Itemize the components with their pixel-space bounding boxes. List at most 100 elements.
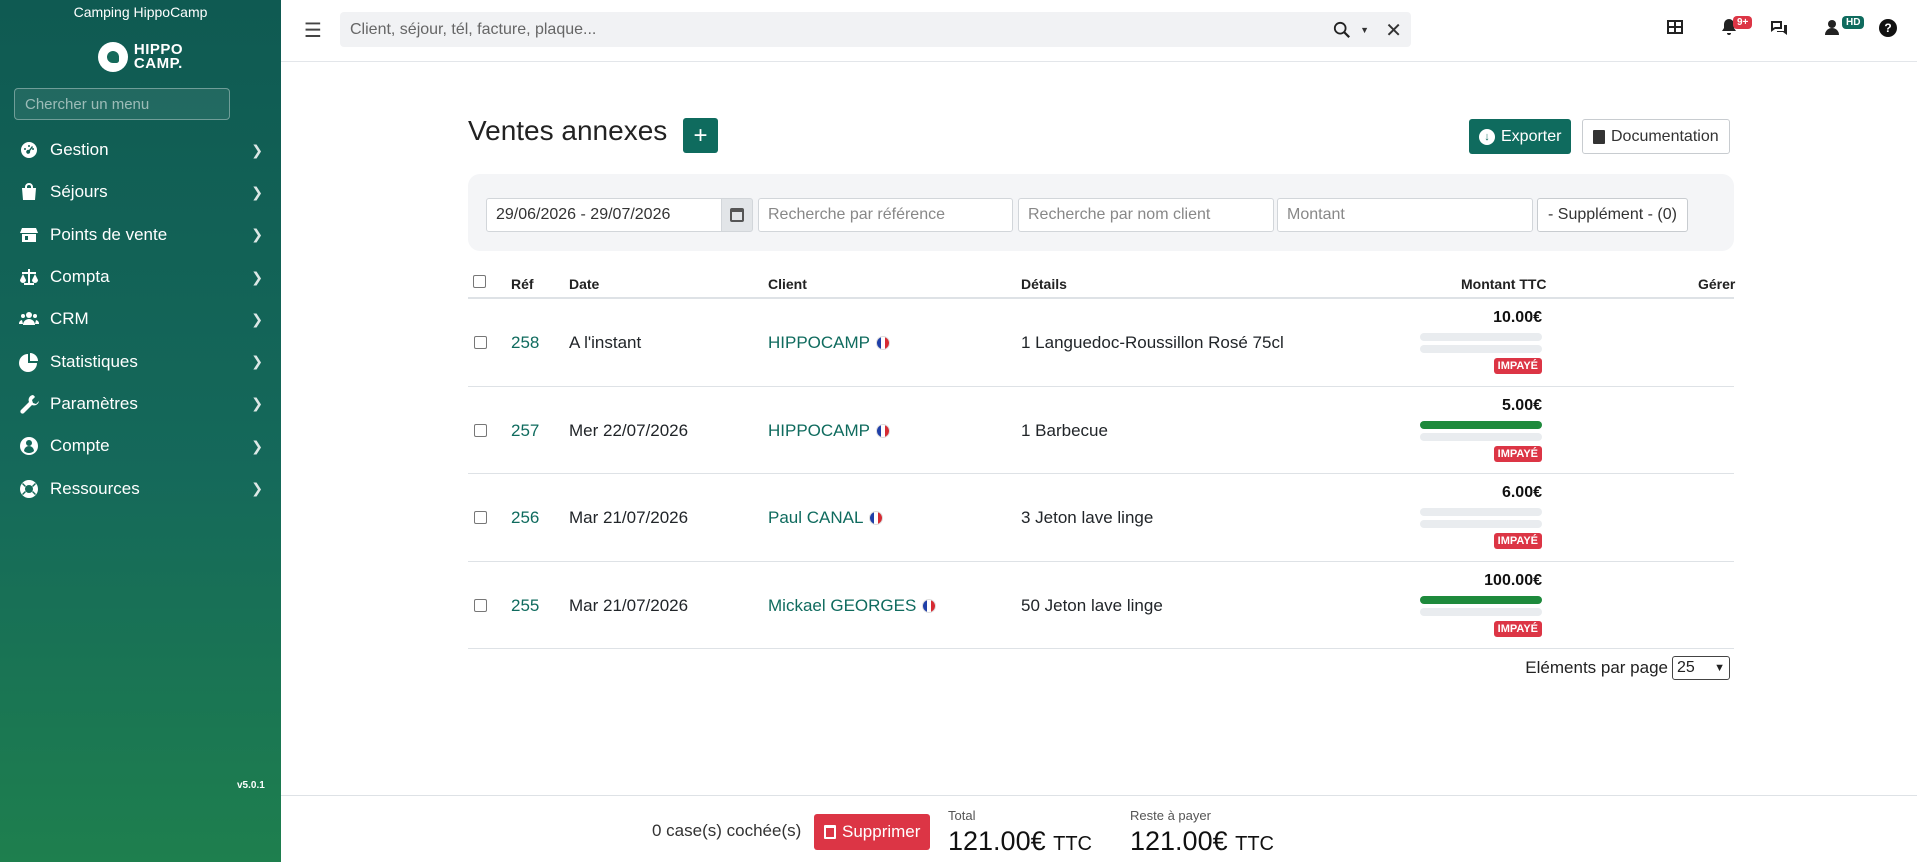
lifebuoy-icon bbox=[18, 478, 40, 500]
chevron-right-icon: ❯ bbox=[251, 310, 263, 327]
per-page-select[interactable]: 25 ▼ bbox=[1672, 656, 1730, 680]
table-row: 256 Mar 21/07/2026 Paul CANAL 3 Jeton la… bbox=[468, 474, 1734, 562]
client-link[interactable]: HIPPOCAMP bbox=[768, 420, 891, 441]
sale-ref-link[interactable]: 257 bbox=[511, 421, 539, 441]
sidebar-item-points-de-vente[interactable]: Points de vente ❯ bbox=[0, 214, 281, 256]
remaining-value: 121.00€ TTC bbox=[1130, 826, 1274, 857]
chat-icon[interactable] bbox=[1769, 17, 1791, 39]
search-icon[interactable] bbox=[1333, 21, 1351, 39]
calendar-button[interactable] bbox=[721, 198, 753, 232]
export-button[interactable]: ↓ Exporter bbox=[1469, 119, 1572, 154]
close-icon[interactable]: ✕ bbox=[1385, 18, 1402, 43]
sidebar-item-statistiques[interactable]: Statistiques ❯ bbox=[0, 340, 281, 382]
reference-search-input[interactable] bbox=[758, 198, 1013, 232]
remaining-label: Reste à payer bbox=[1130, 808, 1211, 823]
caret-down-icon[interactable]: ▼ bbox=[1360, 25, 1369, 35]
client-search-input[interactable] bbox=[1018, 198, 1274, 232]
header-date[interactable]: Date bbox=[569, 276, 599, 292]
row-checkbox[interactable] bbox=[474, 511, 487, 524]
scale-icon bbox=[18, 266, 40, 288]
sidebar-item-gestion[interactable]: Gestion ❯ bbox=[0, 129, 281, 171]
sale-date: Mer 22/07/2026 bbox=[569, 420, 689, 440]
app-logo[interactable]: HIPPO CAMP. bbox=[0, 42, 281, 72]
client-name: HIPPOCAMP bbox=[768, 420, 871, 440]
sidebar-item-compta[interactable]: Compta ❯ bbox=[0, 256, 281, 298]
add-sale-button[interactable]: + bbox=[683, 118, 718, 153]
sidebar-item-ressources[interactable]: Ressources ❯ bbox=[0, 467, 281, 509]
row-checkbox[interactable] bbox=[474, 336, 487, 349]
header-client[interactable]: Client bbox=[768, 276, 807, 292]
france-flag-icon bbox=[876, 423, 891, 438]
chevron-right-icon: ❯ bbox=[251, 395, 263, 412]
menu-search-input[interactable] bbox=[14, 88, 230, 120]
row-checkbox[interactable] bbox=[474, 423, 487, 437]
payment-progress-fill bbox=[1420, 595, 1542, 604]
user-icon[interactable]: HD bbox=[1824, 16, 1865, 39]
status-badge: IMPAYÉ bbox=[1493, 533, 1542, 549]
total-value: 121.00€ TTC bbox=[948, 826, 1092, 857]
row-checkbox[interactable] bbox=[474, 598, 487, 612]
sale-date: Mar 21/07/2026 bbox=[569, 508, 689, 527]
menu-toggle-icon[interactable]: ☰ bbox=[304, 18, 322, 43]
sidebar-item-crm[interactable]: CRM ❯ bbox=[0, 298, 281, 340]
header-amount[interactable]: Montant TTC bbox=[1461, 276, 1547, 292]
pie-chart-icon bbox=[18, 351, 40, 373]
table-header: Réf Date Client Détails Montant TTC Gére… bbox=[468, 267, 1736, 299]
user-circle-icon bbox=[18, 435, 40, 457]
header-ref[interactable]: Réf bbox=[511, 276, 534, 292]
documentation-label: Documentation bbox=[1611, 127, 1719, 145]
amount-block: 100.00€ IMPAYÉ bbox=[1420, 572, 1542, 637]
grid-icon[interactable] bbox=[1665, 17, 1687, 39]
sale-ref-link[interactable]: 256 bbox=[511, 508, 539, 528]
date-range-input[interactable] bbox=[486, 198, 722, 232]
header-manage: Gérer bbox=[1698, 276, 1736, 292]
bell-icon[interactable]: 9+ bbox=[1719, 16, 1753, 39]
sale-details: 50 Jeton lave linge bbox=[1021, 595, 1163, 615]
amount-search-input[interactable] bbox=[1277, 198, 1533, 232]
global-search: ▼ ✕ bbox=[340, 12, 1411, 47]
book-icon bbox=[1593, 129, 1605, 144]
sale-amount: 6.00€ bbox=[1501, 484, 1542, 501]
logo-text-line-2: CAMP. bbox=[133, 55, 183, 72]
payment-progress-bar bbox=[1420, 420, 1542, 429]
sale-details: 1 Barbecue bbox=[1021, 420, 1108, 440]
export-label: Exporter bbox=[1501, 127, 1562, 145]
sale-ref-link[interactable]: 258 bbox=[511, 333, 539, 353]
sidebar-item-sejours[interactable]: Séjours ❯ bbox=[0, 171, 281, 213]
sidebar-item-compte[interactable]: Compte ❯ bbox=[0, 425, 281, 467]
per-page-value: 25 bbox=[1677, 659, 1695, 676]
sidebar-item-label: Compte bbox=[50, 436, 110, 456]
client-link[interactable]: Paul CANAL bbox=[768, 508, 884, 528]
user-initials-badge: HD bbox=[1842, 16, 1865, 29]
chevron-right-icon: ❯ bbox=[251, 353, 263, 370]
store-icon bbox=[18, 224, 40, 246]
client-link[interactable]: Mickael GEORGES bbox=[768, 596, 937, 616]
payment-progress-bar bbox=[1420, 595, 1542, 604]
sidebar-item-label: Paramètres bbox=[50, 393, 138, 413]
users-icon bbox=[18, 308, 40, 330]
help-icon[interactable]: ? bbox=[1879, 19, 1897, 37]
chevron-right-icon: ❯ bbox=[251, 226, 263, 243]
select-all-checkbox[interactable] bbox=[473, 275, 486, 288]
trash-icon bbox=[824, 825, 836, 839]
sale-ref-link[interactable]: 255 bbox=[511, 596, 539, 616]
delete-button[interactable]: Supprimer bbox=[814, 814, 931, 850]
total-amount: 121.00€ bbox=[948, 826, 1046, 856]
amount-block: 6.00€ IMPAYÉ bbox=[1420, 484, 1542, 549]
status-badge: IMPAYÉ bbox=[1493, 620, 1542, 637]
supplement-filter-button[interactable]: - Supplément - (0) bbox=[1537, 198, 1688, 232]
sidebar-item-parametres[interactable]: Paramètres ❯ bbox=[0, 383, 281, 425]
sidebar-menu: Gestion ❯ Séjours ❯ Points de vente ❯ Co… bbox=[0, 129, 281, 510]
client-link[interactable]: HIPPOCAMP bbox=[768, 333, 891, 353]
chevron-right-icon: ❯ bbox=[251, 480, 263, 497]
documentation-button[interactable]: Documentation bbox=[1582, 119, 1730, 154]
sale-amount: 5.00€ bbox=[1501, 396, 1542, 414]
bag-icon bbox=[18, 181, 40, 203]
delete-label: Supprimer bbox=[842, 822, 921, 841]
table-row: 258 A l'instant HIPPOCAMP 1 Languedoc-Ro… bbox=[468, 299, 1734, 387]
page-title: Ventes annexes bbox=[468, 115, 668, 146]
download-icon: ↓ bbox=[1479, 128, 1495, 145]
amount-block: 5.00€ IMPAYÉ bbox=[1420, 397, 1542, 462]
status-badge: IMPAYÉ bbox=[1493, 445, 1542, 462]
global-search-input[interactable] bbox=[340, 12, 1340, 47]
